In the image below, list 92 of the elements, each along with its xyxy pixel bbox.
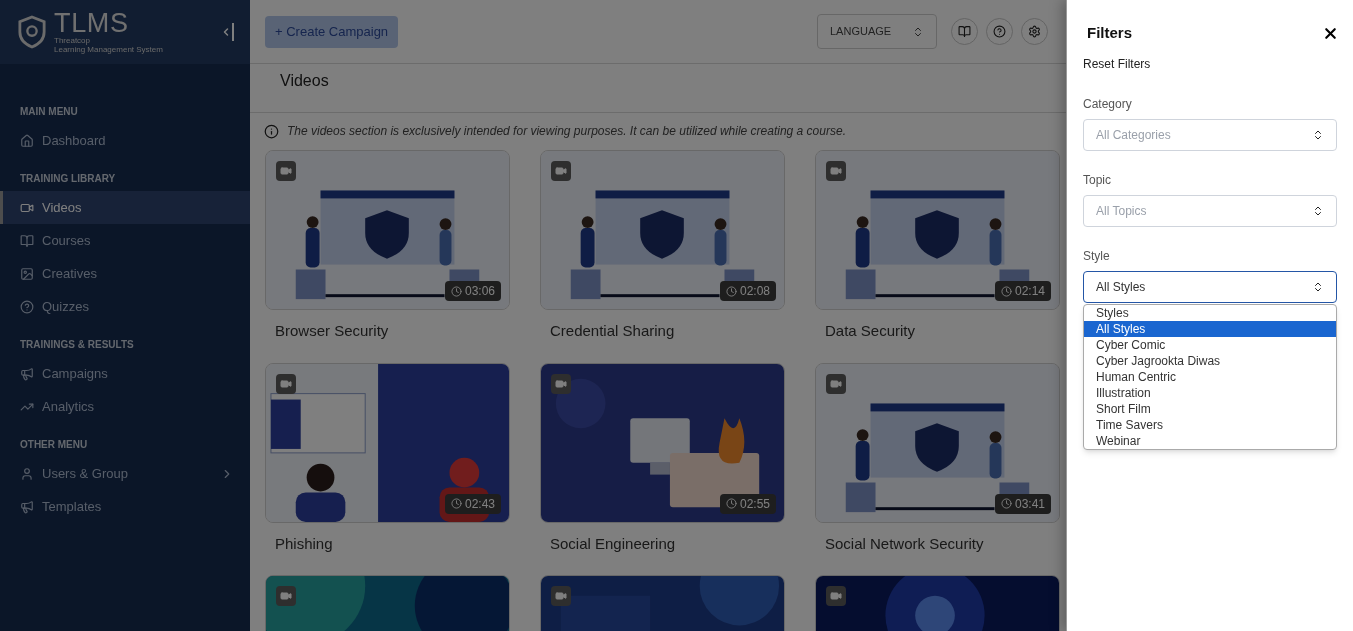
menu-section-heading: MAIN MENU [19, 105, 79, 119]
sidebar-item[interactable]: Courses [0, 224, 250, 257]
clock-icon [725, 285, 737, 297]
video-thumbnail[interactable]: 03:41 [815, 362, 1060, 523]
create-campaign-button[interactable]: + Create Campaign [265, 15, 399, 48]
video-thumbnail[interactable]: 02:55 [540, 362, 785, 523]
info-icon [264, 123, 279, 139]
video-camera-badge-icon [551, 586, 571, 606]
image-icon [20, 266, 34, 281]
video-title[interactable]: Social Network Security [815, 532, 1060, 555]
sort-arrows-icon [1312, 204, 1324, 217]
filters-title: Filters [1087, 23, 1132, 43]
dropdown-option[interactable]: All Styles [1084, 320, 1336, 337]
page-title: Videos [280, 71, 329, 91]
clock-icon [1000, 285, 1012, 297]
clock-icon [450, 285, 462, 297]
sidebar-item[interactable]: Videos [0, 191, 250, 224]
sidebar-item[interactable]: Dashboard [0, 124, 250, 157]
dropdown-option[interactable]: Illustration [1084, 384, 1336, 401]
video-thumbnail[interactable]: 03:06 [265, 150, 510, 310]
duration-badge: 02:14 [994, 281, 1051, 301]
menu-section-heading: TRAINING LIBRARY [19, 172, 117, 186]
video-camera-badge-icon [826, 161, 846, 181]
megaphone-icon [20, 366, 34, 381]
select-field[interactable]: All Categories [1083, 118, 1337, 151]
sidebar-item-label: Analytics [42, 397, 95, 416]
sidebar-item-label: Videos [42, 198, 82, 217]
notice-text: The videos section is exclusively intended for viewing purposes. It can be utilized while creating a course. [287, 123, 846, 140]
field-label: Style [1083, 247, 1111, 265]
sidebar-item[interactable]: Campaigns [0, 357, 250, 390]
video-thumbnail[interactable]: 02:14 [815, 150, 1060, 310]
sidebar-item-label: Dashboard [42, 131, 106, 150]
video-thumbnail[interactable]: 02:43 [265, 362, 510, 523]
video-camera-badge-icon [551, 373, 571, 394]
dropdown-option[interactable]: Webinar [1084, 432, 1336, 449]
brand-name: TLMS [54, 10, 130, 36]
select-field[interactable]: All Styles [1083, 270, 1337, 303]
sidebar-item-label: Campaigns [42, 364, 108, 383]
video-title[interactable]: Social Engineering [540, 532, 785, 555]
video-camera-badge-icon [826, 586, 846, 606]
video-title[interactable]: Credential Sharing [540, 320, 785, 343]
shield-logo-icon [18, 15, 46, 49]
video-title[interactable]: Browser Security [265, 320, 510, 343]
book-icon [958, 25, 971, 38]
menu-section-heading: OTHER MENU [19, 438, 89, 452]
video-title[interactable]: Phishing [265, 532, 510, 555]
megaphone-icon [20, 499, 34, 514]
field-label: Topic [1083, 171, 1112, 189]
help-icon [20, 299, 34, 314]
field-label: Category [1083, 95, 1133, 113]
video-camera-badge-icon [551, 161, 571, 181]
sort-arrows-icon [1312, 128, 1324, 141]
sidebar-item-label: Templates [42, 497, 102, 516]
menu-section-heading: TRAININGS & RESULTS [19, 338, 135, 352]
sort-arrows-icon [912, 25, 924, 38]
sidebar-item[interactable]: Quizzes [0, 290, 250, 323]
video-camera-badge-icon [826, 373, 846, 394]
sidebar-item-label: Users & Group [42, 464, 128, 483]
video-thumbnail[interactable]: 02:08 [540, 150, 785, 310]
reset-filters-link[interactable]: Reset Filters [1083, 54, 1151, 73]
dropdown-option[interactable]: Styles [1084, 304, 1336, 321]
video-camera-badge-icon [276, 161, 296, 181]
select-field[interactable]: All Topics [1083, 194, 1337, 227]
dropdown-option[interactable]: Time Savers [1084, 416, 1336, 433]
sidebar-item[interactable]: Analytics [0, 390, 250, 423]
language-select[interactable]: LANGUAGE [817, 14, 937, 49]
brand-tagline: Learning Management System [54, 45, 163, 54]
help-icon [993, 25, 1006, 38]
duration-badge: 03:06 [444, 281, 501, 301]
home-icon [20, 133, 34, 148]
sidebar-item[interactable]: Templates [0, 490, 250, 523]
sidebar-item[interactable]: Users & Group [0, 457, 250, 490]
dropdown-option[interactable]: Cyber Comic [1084, 336, 1336, 353]
clock-icon [1000, 498, 1012, 509]
video-camera-badge-icon [276, 373, 296, 394]
dropdown-option[interactable]: Short Film [1084, 400, 1336, 417]
sidebar-item-label: Courses [42, 231, 91, 250]
dropdown-option[interactable]: Cyber Jagrookta Diwas [1084, 352, 1336, 369]
dropdown-option[interactable]: Human Centric [1084, 368, 1336, 385]
clock-icon [450, 498, 462, 509]
duration-badge: 02:08 [719, 281, 776, 301]
video-title[interactable]: Data Security [815, 320, 1060, 343]
sidebar-item-label: Creatives [42, 264, 97, 283]
gear-icon [1028, 25, 1041, 38]
user-icon [20, 466, 34, 481]
book-icon [20, 233, 34, 248]
brand-company: Threatcop [54, 36, 92, 45]
sort-arrows-icon [1312, 280, 1324, 293]
sidebar-item[interactable]: Creatives [0, 257, 250, 290]
clock-icon [725, 498, 737, 509]
sidebar-item-label: Quizzes [42, 297, 89, 316]
video-camera-badge-icon [276, 586, 296, 606]
